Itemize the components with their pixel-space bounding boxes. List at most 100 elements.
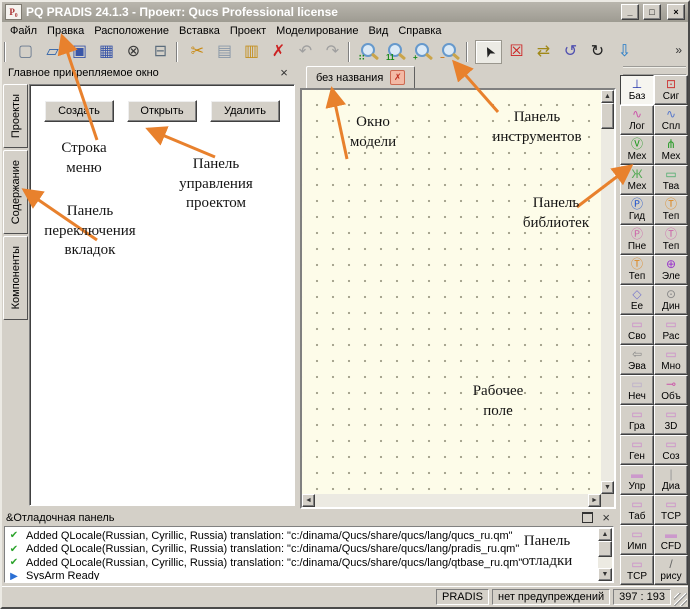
menu-item[interactable]: Вид	[363, 24, 393, 38]
library-button[interactable]: ▭Мно	[654, 345, 688, 375]
scroll-down-icon[interactable]: ▼	[601, 481, 614, 494]
print-icon[interactable]: ⊟	[148, 41, 173, 63]
library-button[interactable]: ⋔Мех	[654, 135, 688, 165]
toolbar-overflow-button[interactable]: »	[675, 43, 682, 57]
library-button[interactable]: ▭Соз	[654, 435, 688, 465]
sidebar-tab-1[interactable]: Содержание	[3, 150, 28, 234]
library-icon: ▭	[631, 408, 642, 421]
resize-grip[interactable]	[674, 593, 687, 606]
library-button[interactable]: ▭ТСР	[620, 555, 654, 585]
redo-icon[interactable]: ↷	[320, 41, 345, 63]
log-scroll-thumb[interactable]	[598, 541, 612, 557]
library-button[interactable]: ⊥Баз	[620, 75, 654, 105]
library-button[interactable]: ▭Рас	[654, 315, 688, 345]
menu-item[interactable]: Вставка	[174, 24, 225, 38]
open-project-icon[interactable]: ▱	[40, 41, 65, 63]
menu-item[interactable]: Проект	[225, 24, 271, 38]
library-button[interactable]: ▭3D	[654, 405, 688, 435]
library-button[interactable]: ⊡Сиг	[654, 75, 688, 105]
library-icon: ⊙	[666, 288, 676, 301]
library-button[interactable]: |Диа	[654, 465, 688, 495]
library-button[interactable]: ▭Неч	[620, 375, 654, 405]
library-button[interactable]: ▭Гра	[620, 405, 654, 435]
float-panel-icon[interactable]	[582, 512, 593, 523]
library-button[interactable]: ▭Имп	[620, 525, 654, 555]
library-button[interactable]: ⓅГид	[620, 195, 654, 225]
library-button[interactable]: ⊙Дин	[654, 285, 688, 315]
library-button[interactable]: ⇦Эва	[620, 345, 654, 375]
mirror-icon[interactable]: ⇄	[531, 41, 556, 63]
library-button[interactable]: ▭ТСР	[654, 495, 688, 525]
rotate-icon[interactable]: ↻	[585, 41, 610, 63]
close-button[interactable]: ×	[667, 4, 685, 20]
window-title: PQ PRADIS 24.1.3 - Проект: Qucs Professi…	[26, 5, 617, 19]
scroll-left-icon[interactable]: ◄	[302, 494, 315, 507]
rotate-axis-icon[interactable]: ↺	[558, 41, 583, 63]
vertical-scrollbar[interactable]: ▲ ▼	[601, 90, 614, 494]
library-button[interactable]: ⓉТеп	[654, 195, 688, 225]
vertical-scroll-thumb[interactable]	[601, 103, 614, 129]
save-all-icon[interactable]: ▦	[94, 41, 119, 63]
library-button[interactable]: ▭Таб	[620, 495, 654, 525]
dock-button[interactable]: Открыть	[127, 100, 197, 122]
library-button[interactable]: ∿Спл	[654, 105, 688, 135]
delete-icon[interactable]: ✗	[266, 41, 291, 63]
scroll-up-icon[interactable]: ▲	[601, 90, 614, 103]
library-button[interactable]: ▭Сво	[620, 315, 654, 345]
tab-close-icon[interactable]: ✗	[390, 70, 405, 85]
log-entry: ▶SysArm Ready	[8, 570, 596, 581]
menu-item[interactable]: Моделирование	[271, 24, 363, 38]
library-icon: ▭	[631, 498, 642, 511]
library-button[interactable]: ▭Тва	[654, 165, 688, 195]
library-button[interactable]: ◇Ее	[620, 285, 654, 315]
scroll-down-icon[interactable]: ▼	[598, 568, 612, 581]
library-button[interactable]: /рису	[654, 555, 688, 585]
zoom-fit-icon[interactable]: ∷	[357, 41, 382, 63]
zoom-in-icon[interactable]: +	[411, 41, 436, 63]
library-button[interactable]: ⊸Объ	[654, 375, 688, 405]
zoom-100-icon[interactable]: 11	[384, 41, 409, 63]
menu-item[interactable]: Справка	[393, 24, 446, 38]
dock-button[interactable]: Удалить	[210, 100, 280, 122]
tab-untitled[interactable]: без названия ✗	[306, 66, 415, 89]
library-button[interactable]: ⓋМех	[620, 135, 654, 165]
horizontal-scrollbar[interactable]: ◄ ►	[302, 494, 601, 507]
dock-button[interactable]: Создать	[44, 100, 114, 122]
new-file-icon[interactable]: ▢	[13, 41, 38, 63]
undo-icon[interactable]: ↶	[293, 41, 318, 63]
scroll-up-icon[interactable]: ▲	[598, 528, 612, 541]
save-icon[interactable]: ▣	[67, 41, 92, 63]
library-button[interactable]: ⓅПне	[620, 225, 654, 255]
sidebar-tab-2[interactable]: Компоненты	[3, 236, 28, 319]
status-coordinates: 397 : 193	[613, 589, 671, 605]
log-scrollbar[interactable]: ▲ ▼	[598, 528, 612, 581]
menu-item[interactable]: Правка	[42, 24, 89, 38]
debug-close-icon[interactable]: ×	[602, 511, 610, 524]
dock-close-icon[interactable]: ×	[277, 66, 291, 79]
library-icon: ⇦	[632, 348, 642, 361]
library-button[interactable]: ▭Ген	[620, 435, 654, 465]
download-icon[interactable]: ⇩	[612, 41, 637, 63]
menu-item[interactable]: Файл	[5, 24, 42, 38]
model-canvas[interactable]	[302, 90, 601, 494]
minimize-button[interactable]: _	[621, 4, 639, 20]
maximize-button[interactable]: □	[643, 4, 661, 20]
zoom-out-icon[interactable]: −	[438, 41, 463, 63]
delete-frame-icon[interactable]: ☒	[504, 41, 529, 63]
library-button[interactable]: ЖМех	[620, 165, 654, 195]
library-button[interactable]: ∿Лог	[620, 105, 654, 135]
cut-icon[interactable]: ✂	[185, 41, 210, 63]
library-button[interactable]: ▬CFD	[654, 525, 688, 555]
menu-item[interactable]: Расположение	[89, 24, 174, 38]
scroll-right-icon[interactable]: ►	[588, 494, 601, 507]
library-button[interactable]: ⊕Эле	[654, 255, 688, 285]
select-cursor-icon[interactable]: ➤	[475, 40, 502, 64]
sidebar-tab-0[interactable]: Проекты	[3, 84, 28, 148]
paste-icon[interactable]: ▥	[239, 41, 264, 63]
library-button[interactable]: ⓉТеп	[654, 225, 688, 255]
close-document-icon[interactable]: ⊗	[121, 41, 146, 63]
copy-icon[interactable]: ▤	[212, 41, 237, 63]
library-button[interactable]: ⓉТеп	[620, 255, 654, 285]
library-button[interactable]: ▬Упр	[620, 465, 654, 495]
play-icon: ▶	[8, 571, 20, 580]
